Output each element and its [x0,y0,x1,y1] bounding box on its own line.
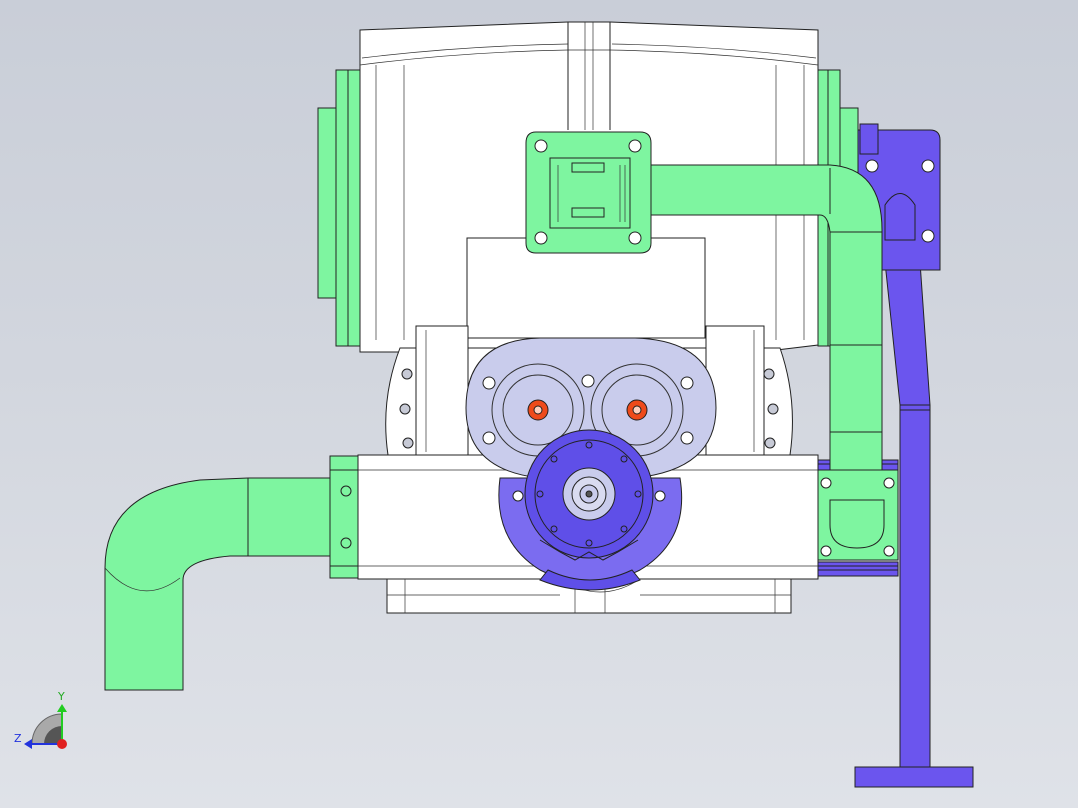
bolt-hole-icon [883,477,895,489]
axis-triad: Y Z [14,690,67,749]
bolt-hole-icon [534,231,548,245]
bolt-hole-icon [628,139,642,153]
bolt-hole-icon [921,159,935,173]
bolt-hole-icon [883,545,895,557]
bolt-hole-icon [820,477,832,489]
origin-icon [57,739,67,749]
bolt-hole-icon [628,231,642,245]
y-axis-label: Y [57,690,65,703]
top-flange-cover[interactable] [525,131,652,254]
bolt-hole-icon [865,159,879,173]
cad-model-view[interactable]: Y Z [0,0,1078,808]
z-axis-label: Z [14,732,22,745]
bolt-hole-icon [820,545,832,557]
cad-viewport[interactable]: Y Z [0,0,1078,808]
bolt-hole-icon [534,139,548,153]
inlet-pipe-elbow[interactable] [104,455,359,691]
bolt-hole-icon [921,229,935,243]
